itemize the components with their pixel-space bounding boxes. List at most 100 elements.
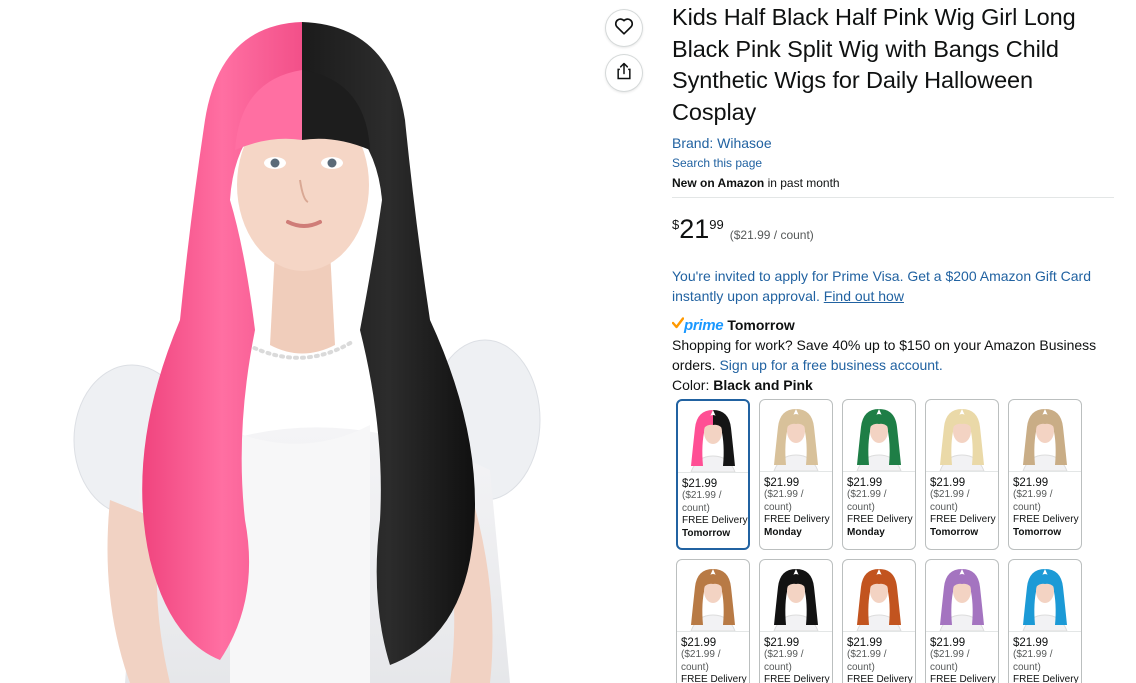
price-per-unit: ($21.99 / count) <box>729 228 814 242</box>
swatch-info: $21.99 ($21.99 /count) FREE Delivery Tomorr… <box>926 472 998 539</box>
share-button[interactable] <box>606 55 642 91</box>
swatch-info: $21.99 ($21.99 /count) FREE Delivery <box>926 632 998 683</box>
swatch-price: $21.99 <box>930 637 966 649</box>
swatch-free-delivery: FREE Delivery <box>682 515 748 526</box>
swatch-unit-count: count) <box>764 501 792 513</box>
swatch-unit-price: ($21.99 / <box>1013 649 1053 660</box>
swatch-free-delivery: FREE Delivery <box>930 514 996 525</box>
prime-check-icon <box>671 316 685 334</box>
swatch-thumbnail <box>1009 560 1081 632</box>
swatch-thumbnail <box>760 400 832 472</box>
swatch-unit-count: count) <box>682 502 710 514</box>
swatch-free-delivery: FREE Delivery <box>764 514 830 525</box>
swatch-unit-count: count) <box>930 661 958 673</box>
swatch-thumbnail <box>678 401 748 473</box>
business-signup-link[interactable]: Sign up for a free business account. <box>719 357 942 373</box>
swatch-price: $21.99 <box>1013 477 1049 489</box>
swatch-info: $21.99 ($21.99 /count) FREE Delivery Tomorr… <box>1009 472 1081 539</box>
search-this-page-link[interactable]: Search this page <box>672 155 1114 171</box>
swatch-info: $21.99 ($21.99 /count) FREE Delivery Monday <box>843 472 915 539</box>
swatch-info: $21.99 ($21.99 /count) FREE Delivery <box>677 632 749 683</box>
swatch-free-delivery: FREE Delivery <box>930 674 996 683</box>
swatch-unit-price: ($21.99 / <box>847 649 887 660</box>
brand-link[interactable]: Brand: Wihasoe <box>672 134 1114 152</box>
swatch-unit-price: ($21.99 / <box>1013 489 1053 500</box>
price-block: $ 21 99 ($21.99 / count) <box>672 215 1114 247</box>
swatch-thumbnail <box>926 560 998 632</box>
swatch-free-delivery: FREE Delivery <box>1013 674 1079 683</box>
swatch-unit-price: ($21.99 / <box>681 649 721 660</box>
prime-visa-promo: You're invited to apply for Prime Visa. … <box>672 266 1114 306</box>
swatch-light-blonde[interactable]: $21.99 ($21.99 /count) FREE Delivery Tomorr… <box>925 399 999 550</box>
color-value: Black and Pink <box>713 377 813 393</box>
swatch-price: $21.99 <box>764 637 800 649</box>
swatch-info: $21.99 ($21.99 /count) FREE Delivery <box>1009 632 1081 683</box>
swatch-price: $21.99 <box>764 477 800 489</box>
prime-delivery-day: Tomorrow <box>727 317 795 333</box>
swatch-info: $21.99 ($21.99 /count) FREE Delivery Monday <box>760 472 832 539</box>
swatch-unit-price: ($21.99 / <box>930 489 970 500</box>
swatch-unit-count: count) <box>847 501 875 513</box>
swatch-blue[interactable]: $21.99 ($21.99 /count) FREE Delivery <box>1008 559 1082 683</box>
swatch-unit-count: count) <box>1013 661 1041 673</box>
share-icon <box>614 61 634 86</box>
find-out-how-link[interactable]: Find out how <box>824 288 904 304</box>
swatch-thumbnail <box>1009 400 1081 472</box>
swatch-thumbnail <box>926 400 998 472</box>
swatch-info: $21.99 ($21.99 /count) FREE Delivery <box>843 632 915 683</box>
swatch-price: $21.99 <box>681 637 717 649</box>
swatch-free-delivery: FREE Delivery <box>847 674 913 683</box>
swatch-unit-price: ($21.99 / <box>764 489 804 500</box>
price-currency: $ <box>672 217 680 232</box>
swatch-thumbnail <box>677 560 749 632</box>
swatch-unit-count: count) <box>847 661 875 673</box>
business-offer: Shopping for work? Save 40% up to $150 o… <box>672 335 1114 375</box>
swatch-black[interactable]: $21.99 ($21.99 /count) FREE Delivery <box>759 559 833 683</box>
swatch-free-delivery: FREE Delivery <box>764 674 830 683</box>
heart-icon <box>613 15 635 42</box>
main-product-image[interactable] <box>70 0 550 683</box>
swatch-free-delivery: FREE Delivery <box>847 514 913 525</box>
wishlist-button[interactable] <box>606 10 642 46</box>
swatch-purple[interactable]: $21.99 ($21.99 /count) FREE Delivery <box>925 559 999 683</box>
swatch-delivery-day: Monday <box>764 526 802 538</box>
product-title: Kids Half Black Half Pink Wig Girl Long … <box>672 4 1076 125</box>
swatch-price: $21.99 <box>847 477 883 489</box>
swatch-thumbnail <box>760 560 832 632</box>
swatch-thumbnail <box>843 560 915 632</box>
swatch-free-delivery: FREE Delivery <box>681 674 747 683</box>
swatch-price: $21.99 <box>682 478 718 490</box>
swatch-green[interactable]: $21.99 ($21.99 /count) FREE Delivery Monday <box>842 399 916 550</box>
swatch-unit-price: ($21.99 / <box>764 649 804 660</box>
swatch-price: $21.99 <box>847 637 883 649</box>
price-fraction: 99 <box>709 217 724 232</box>
swatch-delivery-day: Tomorrow <box>682 527 731 539</box>
swatch-light-brown[interactable]: $21.99 ($21.99 /count) FREE Delivery <box>676 559 750 683</box>
swatch-unit-price: ($21.99 / <box>847 489 887 500</box>
swatch-info: $21.99 ($21.99 /count) FREE Delivery Tomorr… <box>678 473 748 540</box>
swatch-delivery-day: Tomorrow <box>930 526 979 538</box>
product-info-panel: Kids Half Black Half Pink Wig Girl Long … <box>671 0 1114 395</box>
color-selection-label: Color: Black and Pink <box>672 375 1114 395</box>
swatch-unit-count: count) <box>1013 501 1041 513</box>
swatch-unit-price: ($21.99 / <box>930 649 970 660</box>
new-on-amazon-bold: New on Amazon <box>672 176 765 190</box>
swatch-unit-count: count) <box>930 501 958 513</box>
swatch-unit-count: count) <box>681 661 709 673</box>
swatch-delivery-day: Tomorrow <box>1013 526 1062 538</box>
swatch-ash-blonde[interactable]: $21.99 ($21.99 /count) FREE Delivery Tomorr… <box>1008 399 1082 550</box>
divider <box>672 197 1114 198</box>
swatch-price: $21.99 <box>1013 637 1049 649</box>
price-whole: 21 <box>679 214 710 244</box>
swatch-unit-count: count) <box>764 661 792 673</box>
swatch-blonde-bangs[interactable]: $21.99 ($21.99 /count) FREE Delivery Monday <box>759 399 833 550</box>
swatch-delivery-day: Monday <box>847 526 885 538</box>
new-on-amazon-badge: New on Amazon in past month <box>672 175 1114 191</box>
swatch-black-pink[interactable]: $21.99 ($21.99 /count) FREE Delivery Tomorr… <box>676 399 750 550</box>
swatch-thumbnail <box>843 400 915 472</box>
swatch-free-delivery: FREE Delivery <box>1013 514 1079 525</box>
color-label: Color: <box>672 377 714 393</box>
prime-logo: prime <box>684 316 724 334</box>
new-on-amazon-rest: in past month <box>764 176 840 190</box>
swatch-copper[interactable]: $21.99 ($21.99 /count) FREE Delivery <box>842 559 916 683</box>
